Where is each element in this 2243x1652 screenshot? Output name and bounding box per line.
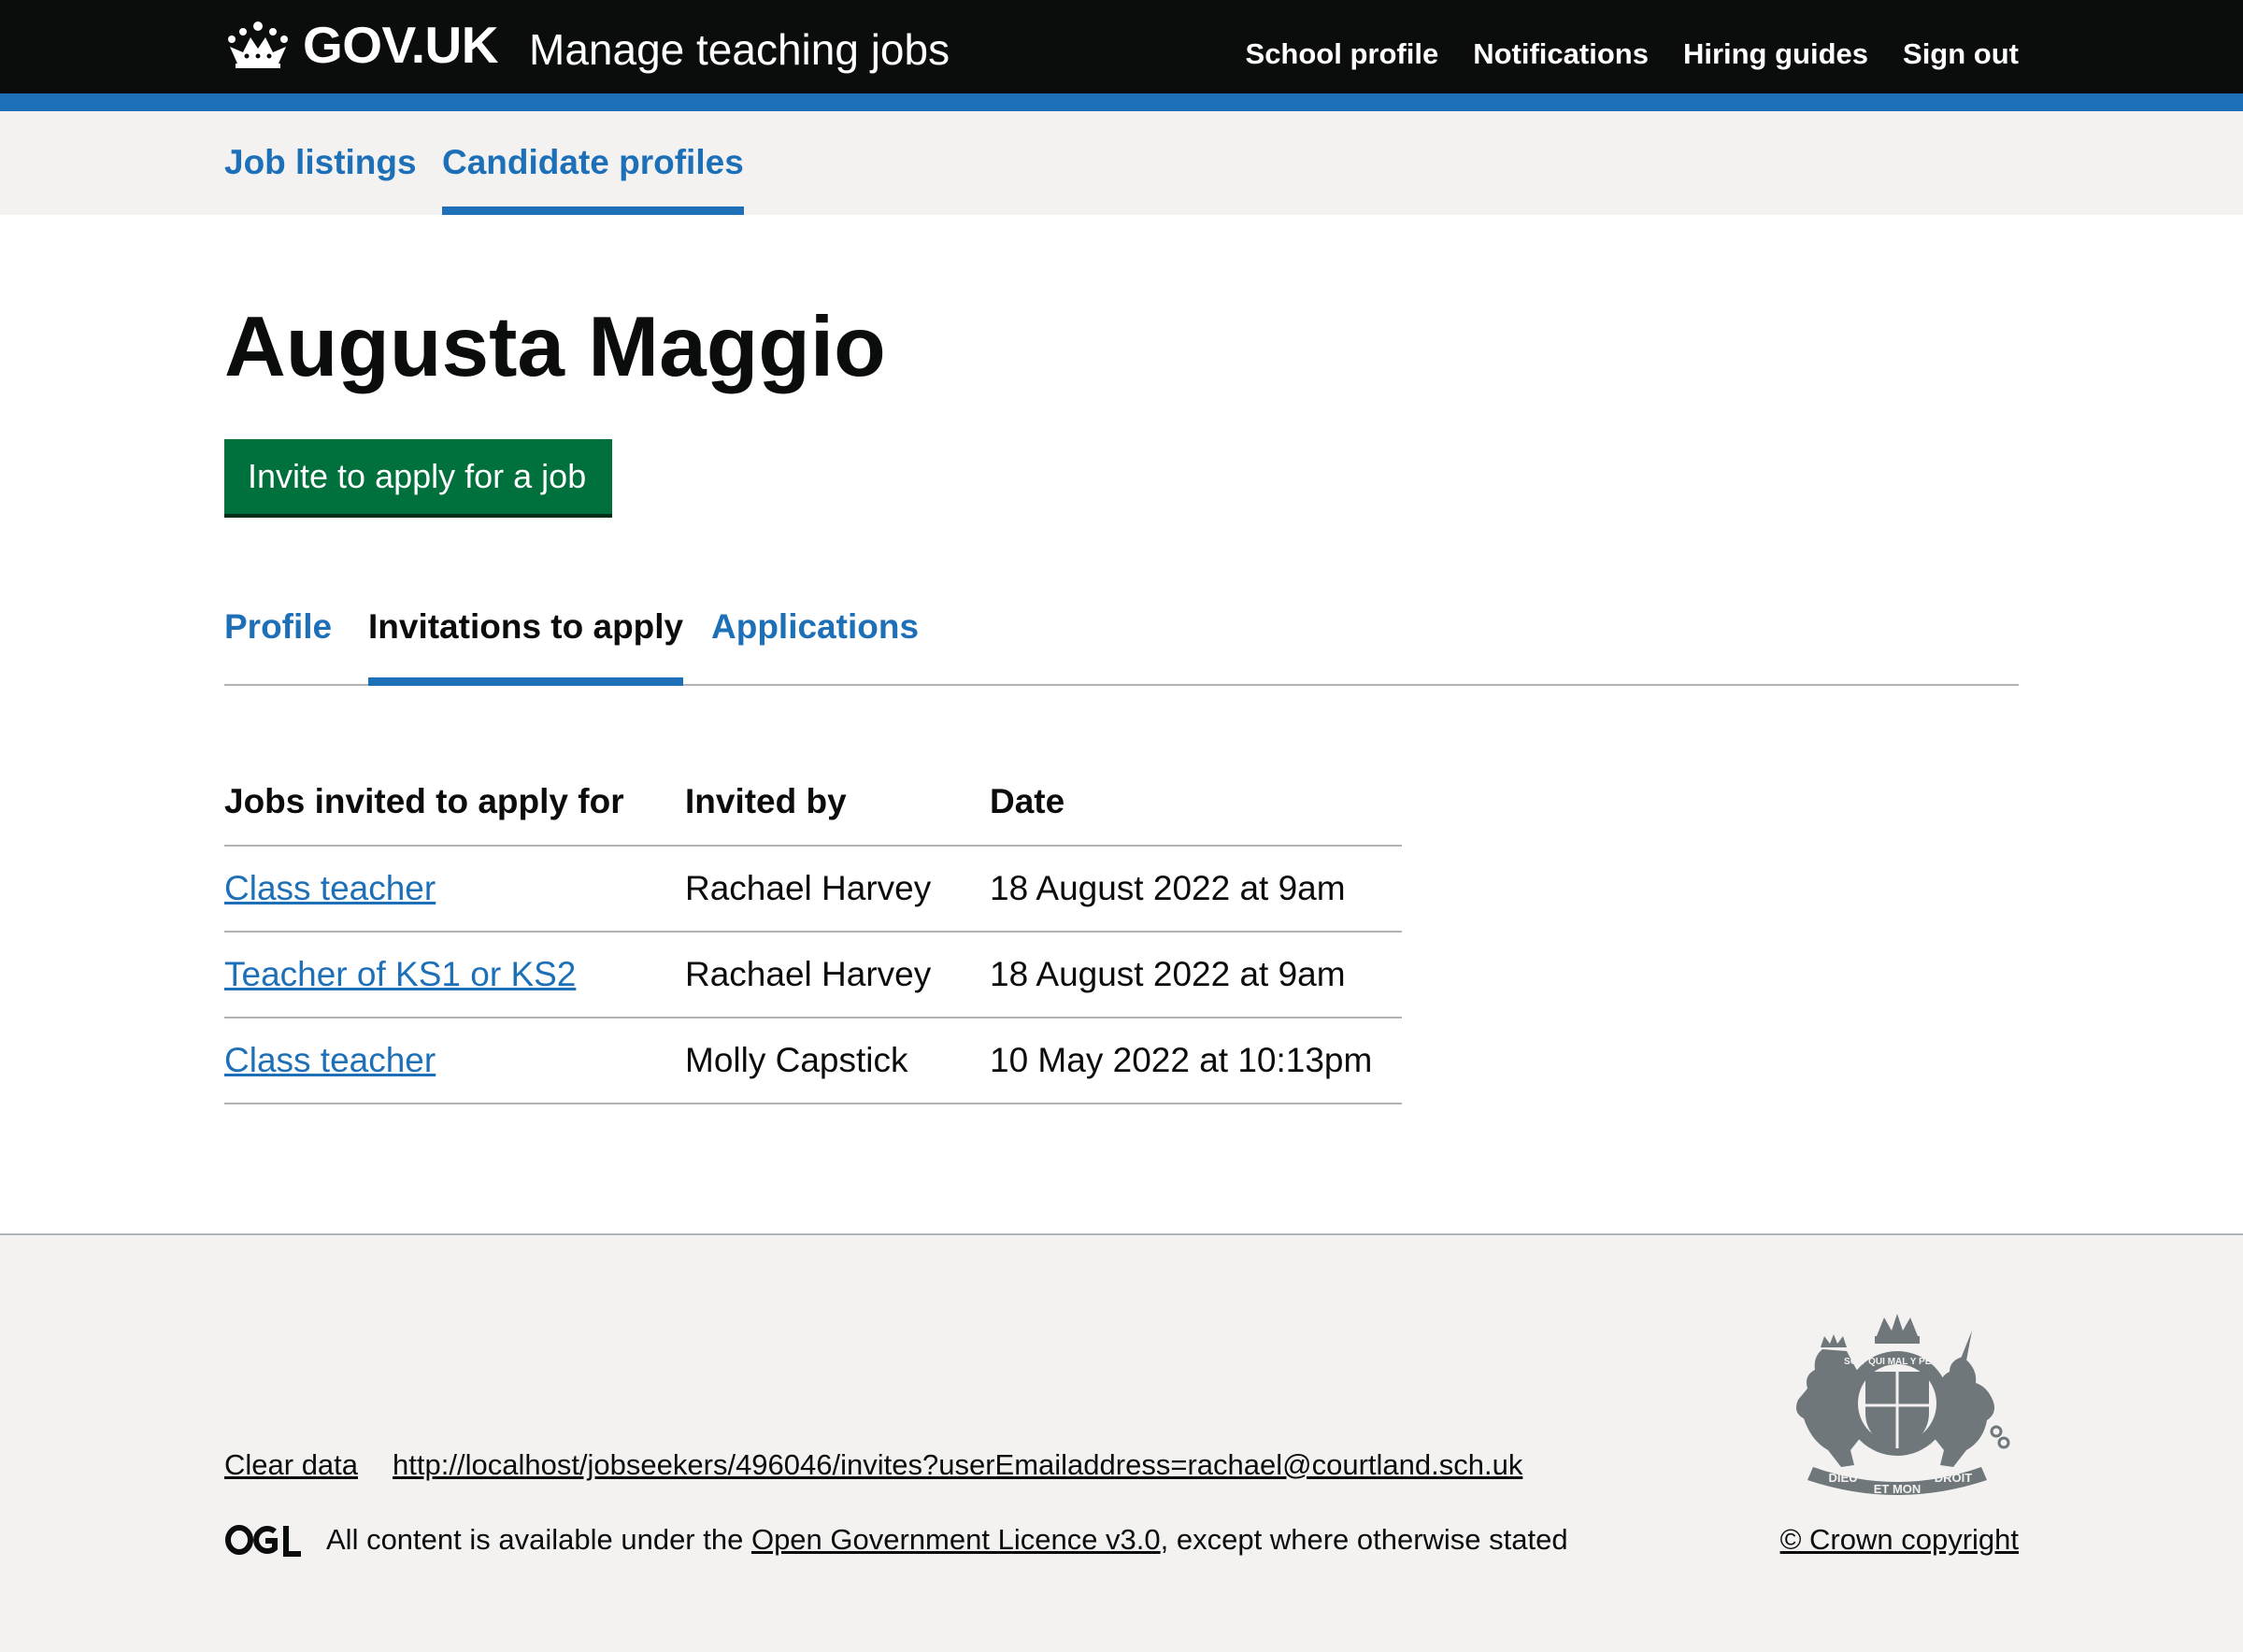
header-blue-bar	[0, 93, 2243, 111]
sub-navigation: Job listings Candidate profiles	[0, 111, 2243, 215]
licence-text: All content is available under the Open …	[326, 1523, 1568, 1557]
job-cell: Class teacher	[224, 846, 685, 933]
invited-by-cell: Rachael Harvey	[685, 932, 990, 1018]
date-cell: 10 May 2022 at 10:13pm	[990, 1018, 1402, 1104]
site-footer: Clear data http://localhost/jobseekers/4…	[0, 1233, 2243, 1652]
nav-school-profile[interactable]: School profile	[1246, 37, 1439, 71]
crown-copyright-link[interactable]: © Crown copyright	[1780, 1523, 2019, 1557]
licence-suffix: , except where otherwise stated	[1160, 1523, 1568, 1556]
invitations-table: Jobs invited to apply for Invited by Dat…	[224, 759, 1402, 1104]
ogl-logo-icon	[225, 1525, 301, 1557]
invited-by-cell: Rachael Harvey	[685, 846, 990, 933]
job-link[interactable]: Class teacher	[224, 1041, 436, 1079]
footer-url-link[interactable]: http://localhost/jobseekers/496046/invit…	[393, 1448, 1522, 1482]
clear-data-link[interactable]: Clear data	[224, 1448, 358, 1482]
nav-notifications[interactable]: Notifications	[1473, 37, 1649, 71]
header-navigation: School profile Notifications Hiring guid…	[1246, 37, 2019, 71]
footer-links: Clear data http://localhost/jobseekers/4…	[224, 1448, 1522, 1482]
invite-to-apply-button[interactable]: Invite to apply for a job	[224, 439, 612, 514]
tab-applications[interactable]: Applications	[711, 607, 919, 647]
invited-by-cell: Molly Capstick	[685, 1018, 990, 1104]
table-row: Teacher of KS1 or KS2 Rachael Harvey 18 …	[224, 932, 1402, 1018]
tab-profile[interactable]: Profile	[224, 607, 332, 647]
royal-coat-of-arms-icon: SOIT QUI MAL Y PENSE DIEU ET MON DROIT	[1796, 1314, 2010, 1496]
licence-link[interactable]: Open Government Licence v3.0	[751, 1523, 1161, 1556]
motto-dieu: DIEU	[1828, 1471, 1857, 1485]
motto-droit: DROIT	[1935, 1471, 1973, 1485]
table-header-row: Jobs invited to apply for Invited by Dat…	[224, 759, 1402, 847]
govuk-logo-link[interactable]: GOV.UK	[224, 16, 498, 74]
job-cell: Class teacher	[224, 1018, 685, 1104]
column-header-invited-by: Invited by	[685, 759, 990, 847]
job-link[interactable]: Teacher of KS1 or KS2	[224, 955, 576, 993]
site-header: GOV.UK Manage teaching jobs School profi…	[0, 0, 2243, 93]
tab-invitations-to-apply[interactable]: Invitations to apply	[368, 607, 684, 686]
job-link[interactable]: Class teacher	[224, 869, 436, 907]
profile-tabs: Profile Invitations to apply Application…	[224, 607, 2019, 686]
table-row: Class teacher Rachael Harvey 18 August 2…	[224, 846, 1402, 933]
date-cell: 18 August 2022 at 9am	[990, 932, 1402, 1018]
logo-text: GOV.UK	[303, 16, 498, 74]
crown-icon	[228, 21, 288, 68]
nav-sign-out[interactable]: Sign out	[1903, 37, 2019, 71]
licence-prefix: All content is available under the	[326, 1523, 751, 1556]
nav-hiring-guides[interactable]: Hiring guides	[1683, 37, 1868, 71]
table-row: Class teacher Molly Capstick 10 May 2022…	[224, 1018, 1402, 1104]
column-header-jobs: Jobs invited to apply for	[224, 759, 685, 847]
subnav-job-listings[interactable]: Job listings	[224, 143, 417, 182]
garter-motto: SOIT QUI MAL Y PENSE	[1844, 1357, 1950, 1367]
column-header-date: Date	[990, 759, 1402, 847]
page-title: Augusta Maggio	[224, 300, 886, 394]
subnav-candidate-profiles[interactable]: Candidate profiles	[442, 143, 744, 215]
service-name[interactable]: Manage teaching jobs	[529, 24, 950, 75]
date-cell: 18 August 2022 at 9am	[990, 846, 1402, 933]
motto-et-mon: ET MON	[1874, 1482, 1922, 1496]
job-cell: Teacher of KS1 or KS2	[224, 932, 685, 1018]
